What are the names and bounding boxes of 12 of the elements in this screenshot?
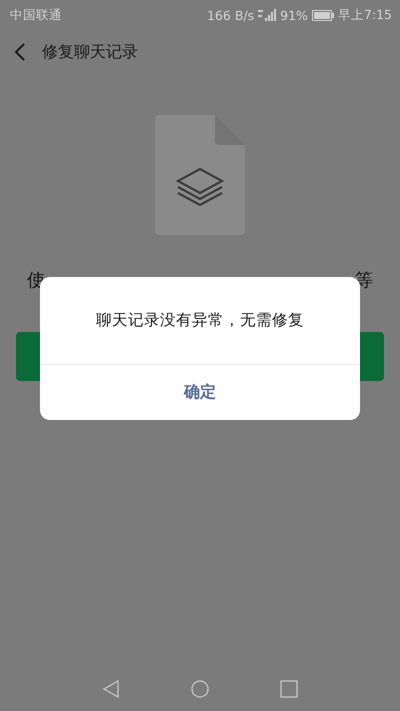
battery-icon [312,10,334,20]
battery-percent: 91% [280,8,308,22]
recents-nav-icon[interactable] [280,680,298,698]
back-nav-icon[interactable] [102,680,120,698]
page-title: 修复聊天记录 [42,42,138,62]
signal-icon [258,9,276,21]
home-nav-icon[interactable] [191,680,209,698]
carrier-name: 中国联通 [10,6,62,24]
document-icon [155,115,245,235]
network-speed: 166 B/s [206,8,254,22]
clock: 早上7:15 [338,6,392,24]
confirm-button[interactable]: 确定 [40,365,360,420]
